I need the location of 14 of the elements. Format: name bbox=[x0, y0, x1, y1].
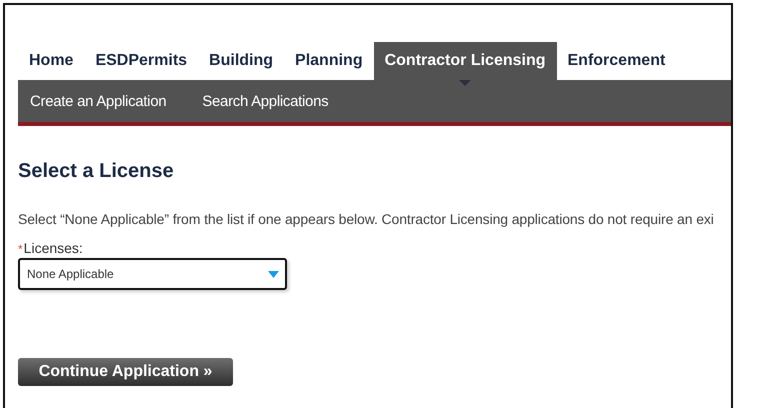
subnav-link[interactable]: Search Applications bbox=[202, 92, 328, 110]
nav-tab[interactable]: Building bbox=[198, 42, 284, 80]
licenses-label: Licenses: bbox=[24, 240, 83, 256]
instructions-text: Select “None Applicable” from the list if one appears below. Contractor Licensing applications do not require an exi bbox=[18, 211, 715, 227]
nav-tab[interactable]: Enforcement bbox=[556, 42, 676, 80]
page-heading: Select a License bbox=[18, 160, 175, 183]
required-mark: * bbox=[18, 242, 23, 256]
subnav-link[interactable]: Create an Application bbox=[30, 92, 166, 110]
nav-tab[interactable]: ESDPermits bbox=[84, 42, 198, 80]
nav-tab[interactable]: Planning bbox=[284, 42, 374, 80]
continue-button[interactable]: Continue Application » bbox=[18, 358, 233, 386]
nav-tab[interactable]: Home bbox=[18, 42, 84, 80]
caret-icon bbox=[268, 270, 279, 278]
licenses-dropdown[interactable]: None Applicable bbox=[18, 258, 287, 290]
